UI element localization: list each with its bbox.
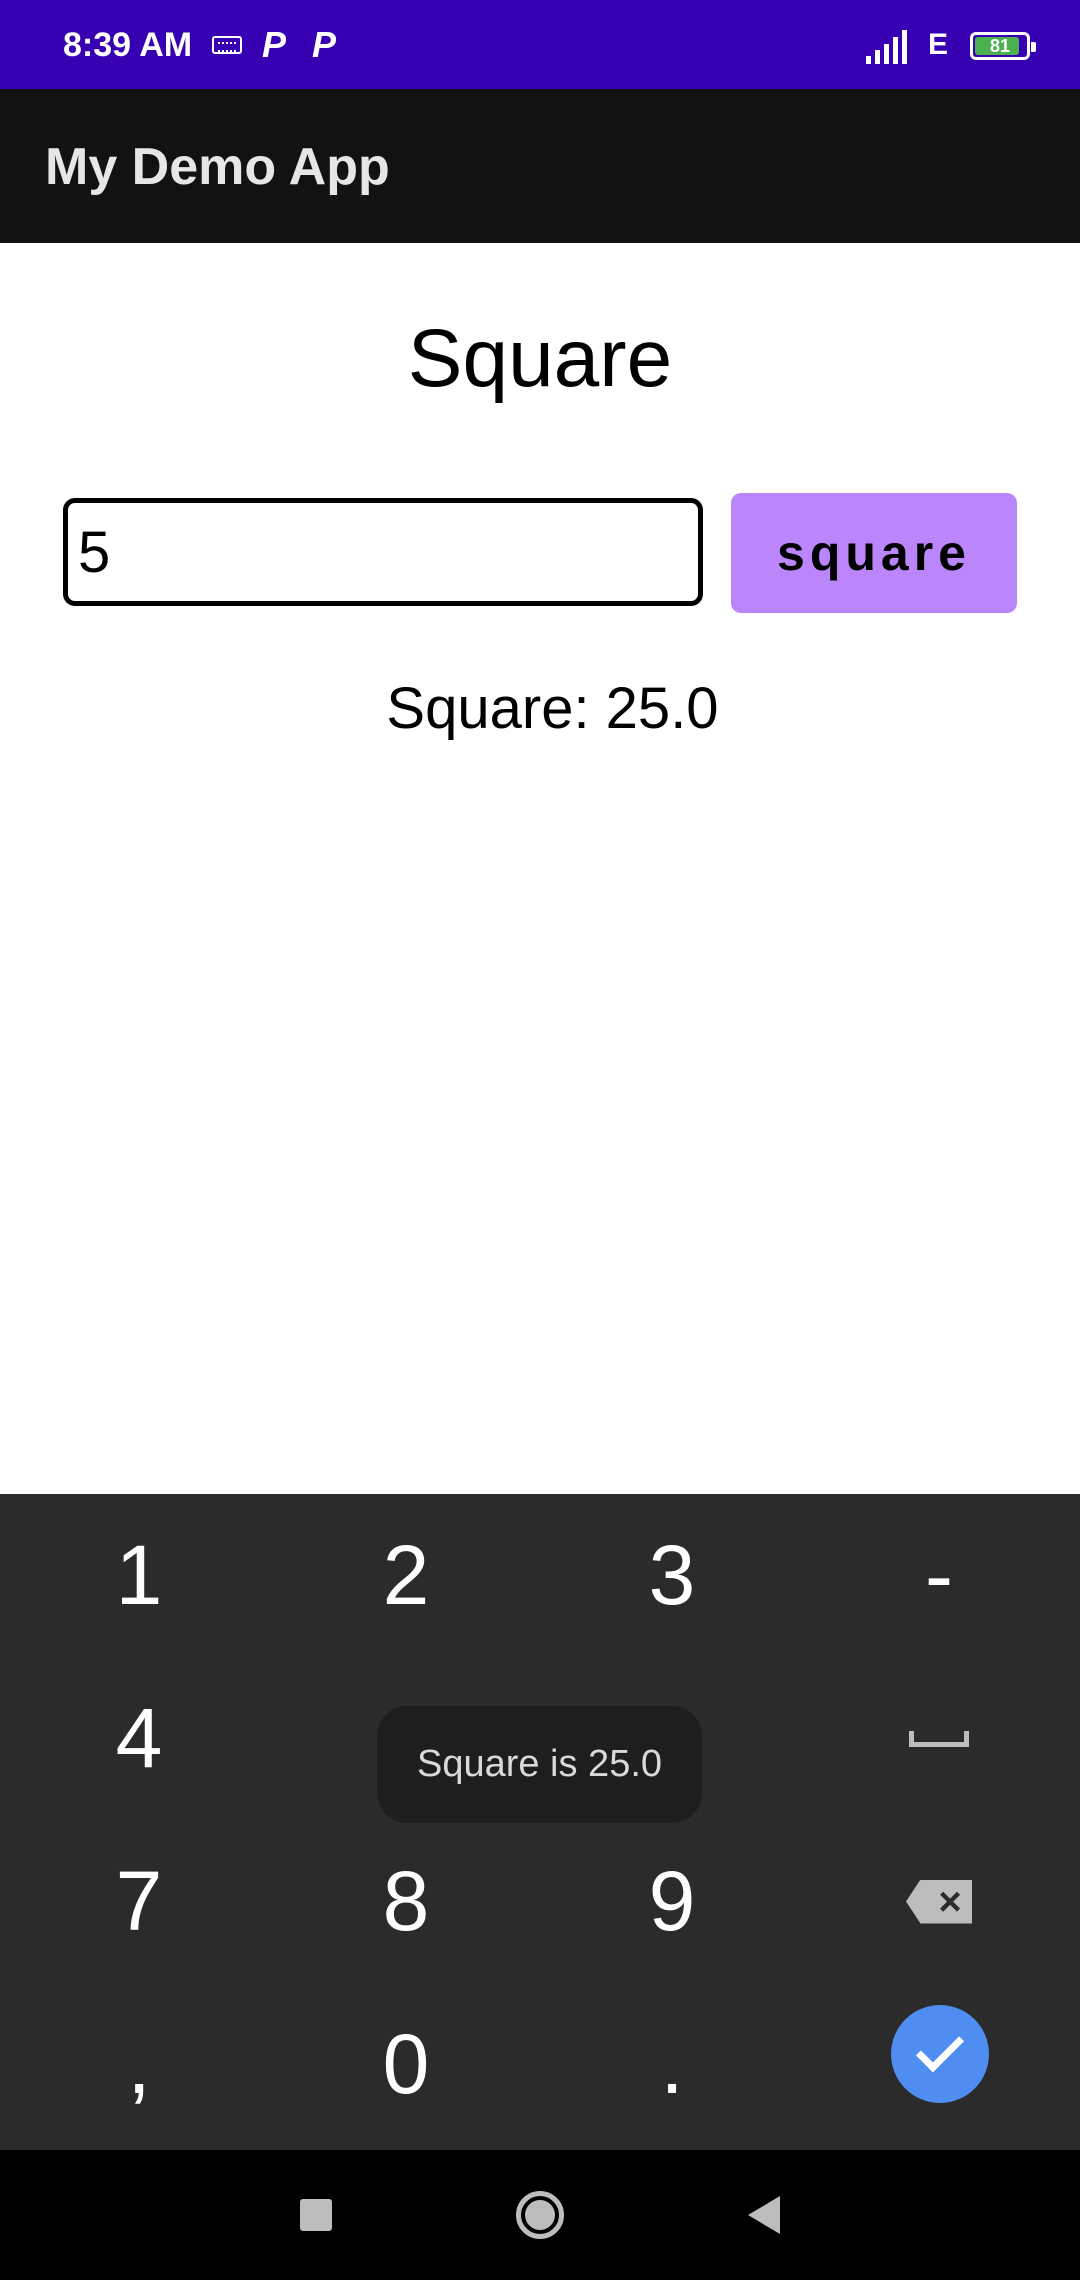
done-check-icon [915, 2024, 965, 2073]
number-input[interactable] [63, 498, 703, 606]
key-comma[interactable]: , [5, 1983, 273, 2146]
key-period[interactable]: . [538, 1983, 806, 2146]
recents-button[interactable] [256, 2150, 376, 2280]
home-icon [516, 2191, 564, 2239]
status-time: 8:39 AM [63, 26, 193, 64]
key-9[interactable]: 9 [538, 1820, 806, 1983]
network-type-label: E [927, 28, 948, 61]
backspace-icon: × [906, 1879, 972, 1924]
parking-icon: P [312, 24, 337, 65]
app-bar: My Demo App [0, 89, 1080, 243]
key-backspace[interactable]: × [805, 1820, 1073, 1983]
key-8[interactable]: 8 [272, 1820, 540, 1983]
screen: 8:39 AM P P E 81 My Demo App Square squa… [0, 0, 1080, 2280]
key-0[interactable]: 0 [272, 1983, 540, 2146]
key-2[interactable]: 2 [272, 1494, 540, 1657]
home-button[interactable] [480, 2150, 600, 2280]
battery-icon: 81 [970, 32, 1036, 60]
navigation-bar [0, 2150, 1080, 2280]
result-text: Square: 25.0 [386, 676, 719, 741]
key-space[interactable] [805, 1657, 1073, 1820]
app-title: My Demo App [45, 138, 390, 196]
back-icon [748, 2196, 780, 2234]
status-bar: 8:39 AM P P E 81 [0, 0, 1080, 89]
battery-level: 81 [989, 36, 1011, 56]
space-icon [909, 1730, 969, 1747]
signal-icon [866, 30, 907, 64]
key-done[interactable] [891, 2005, 989, 2103]
key-4[interactable]: 4 [5, 1657, 273, 1820]
back-button[interactable] [704, 2150, 824, 2280]
recents-icon [300, 2199, 332, 2231]
keyboard-icon [212, 36, 242, 54]
key-1[interactable]: 1 [5, 1494, 273, 1657]
square-button[interactable]: square [731, 493, 1017, 613]
parking-icon: P [262, 24, 287, 65]
key-3[interactable]: 3 [538, 1494, 806, 1657]
key-7[interactable]: 7 [5, 1820, 273, 1983]
page-heading: Square [407, 313, 673, 404]
toast-message: Square is 25.0 [377, 1706, 702, 1823]
key-minus[interactable]: - [805, 1494, 1073, 1657]
